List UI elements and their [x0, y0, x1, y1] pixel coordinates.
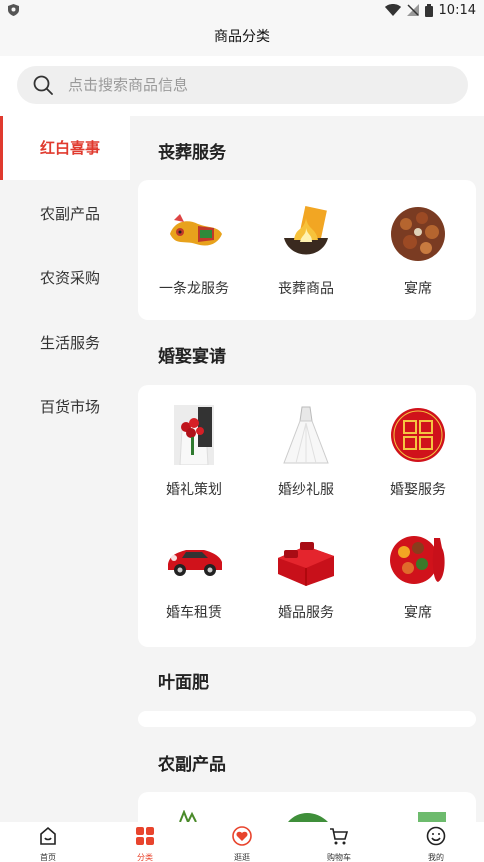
- sidebar-item-nongfu[interactable]: 农副产品: [0, 182, 130, 246]
- section-card: 一条龙服务 丧葬商品 宴席: [138, 180, 476, 320]
- category-icon: [136, 827, 154, 845]
- tab-browse[interactable]: 逛逛: [194, 826, 290, 862]
- category-item[interactable]: 婚娶服务: [362, 405, 474, 499]
- tab-label: 首页: [40, 853, 56, 862]
- bouquet-icon: [174, 405, 214, 466]
- category-item-label: 婚礼策划: [166, 482, 222, 498]
- category-item[interactable]: 婚纱礼服: [250, 405, 362, 499]
- search-area: 点击搜索商品信息: [0, 56, 484, 116]
- category-item[interactable]: 一条龙服务: [138, 204, 250, 298]
- status-bar: 10:14: [0, 0, 484, 20]
- status-time: 10:14: [438, 2, 476, 18]
- category-sidebar: 红白喜事 农副产品 农资采购 生活服务 百货市场: [0, 116, 130, 822]
- battery-icon: [424, 3, 433, 17]
- search-placeholder: 点击搜索商品信息: [68, 76, 189, 94]
- tab-label: 购物车: [327, 853, 351, 862]
- category-item-label: 一条龙服务: [159, 281, 229, 297]
- category-item[interactable]: 婚品服务: [250, 528, 362, 622]
- red-bedding-icon: [278, 542, 334, 586]
- sidebar-item-baihuo[interactable]: 百货市场: [0, 375, 130, 439]
- produce-thumb-icon: [179, 810, 197, 822]
- category-item[interactable]: 婚车租赁: [138, 528, 250, 622]
- category-item-label: 丧葬商品: [278, 281, 334, 297]
- feast-icon: [391, 207, 445, 261]
- produce-thumb-icon: [418, 812, 446, 822]
- tab-category[interactable]: 分类: [97, 826, 193, 862]
- profile-icon: [426, 826, 446, 846]
- page-title: 商品分类: [0, 20, 484, 56]
- banquet-icon: [390, 536, 445, 584]
- produce-thumb-icon: [288, 813, 328, 822]
- tab-home[interactable]: 首页: [0, 826, 96, 862]
- bottom-tab-bar: 首页 分类 逛逛 购物车 我的: [0, 822, 484, 862]
- search-input[interactable]: 点击搜索商品信息: [17, 66, 468, 104]
- category-item-label: 婚娶服务: [390, 482, 446, 498]
- sidebar-item-hongbai[interactable]: 红白喜事: [0, 116, 130, 180]
- cart-icon: [330, 828, 349, 845]
- tab-cart[interactable]: 购物车: [291, 826, 387, 862]
- search-icon: [33, 75, 53, 95]
- section-title: 农副产品: [158, 755, 226, 775]
- category-item[interactable]: 婚礼策划: [138, 405, 250, 499]
- shield-icon: [8, 4, 19, 16]
- tab-label: 分类: [137, 853, 153, 862]
- sidebar-item-nongzi[interactable]: 农资采购: [0, 246, 130, 310]
- tab-profile[interactable]: 我的: [388, 826, 484, 862]
- paper-offering-icon: [284, 206, 328, 255]
- double-happiness-icon: [391, 408, 445, 462]
- category-item-label: 婚品服务: [278, 605, 334, 621]
- category-item[interactable]: 宴席: [362, 528, 474, 622]
- category-item-label: 宴席: [404, 281, 432, 297]
- category-item[interactable]: 丧葬商品: [250, 204, 362, 298]
- wifi-icon: [384, 4, 401, 16]
- wedding-car-icon: [168, 550, 222, 576]
- section-title: 婚娶宴请: [158, 347, 226, 367]
- dragon-icon: [170, 214, 222, 246]
- sidebar-item-shenghuo[interactable]: 生活服务: [0, 311, 130, 375]
- section-card: [138, 711, 476, 727]
- no-signal-icon: [406, 4, 419, 16]
- heart-icon: [232, 826, 252, 846]
- category-item-label: 宴席: [404, 605, 432, 621]
- section-card: 婚礼策划 婚纱礼服 婚娶服务 婚车租赁 婚品服务 宴席: [138, 385, 476, 647]
- tab-label: 我的: [428, 853, 444, 862]
- home-icon: [40, 826, 56, 845]
- wedding-dress-icon: [283, 406, 329, 464]
- category-item-label: 婚纱礼服: [278, 482, 334, 498]
- tab-label: 逛逛: [234, 853, 250, 862]
- section-title: 叶面肥: [158, 673, 209, 693]
- section-card: [138, 792, 476, 822]
- section-title: 丧葬服务: [158, 143, 226, 163]
- category-content: 丧葬服务 一条龙服务 丧葬商品 宴席 婚娶宴请 婚礼策划 婚纱礼服 婚娶服务 婚…: [130, 116, 484, 822]
- category-item-label: 婚车租赁: [166, 605, 222, 621]
- category-item[interactable]: 宴席: [362, 204, 474, 298]
